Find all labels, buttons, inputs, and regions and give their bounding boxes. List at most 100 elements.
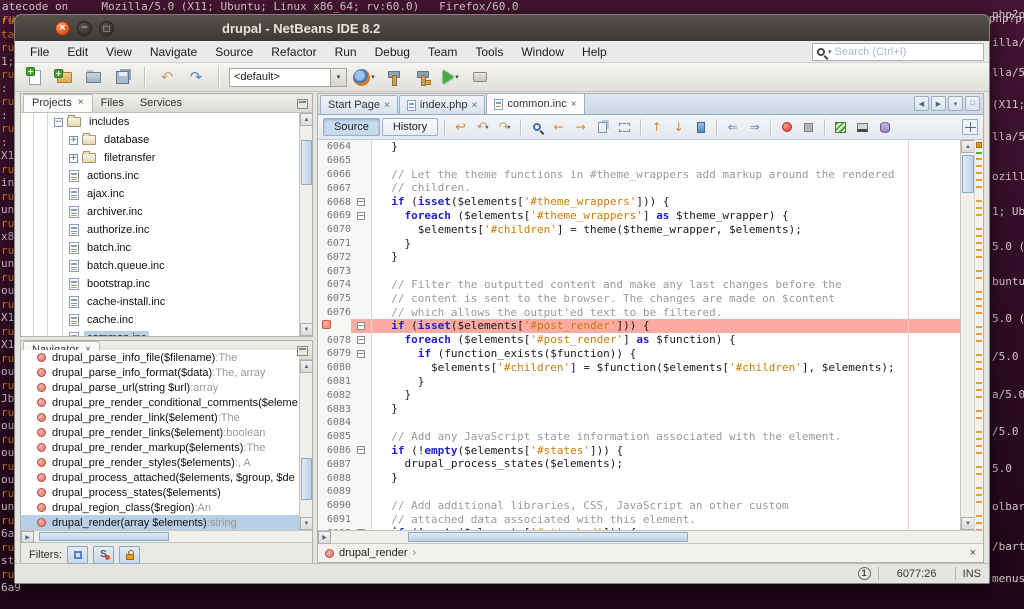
comment-button[interactable] [831, 118, 850, 137]
code-fold-toggle[interactable]: − [357, 349, 365, 358]
navigator-item[interactable]: drupal_parse_info_format($data):The, arr… [21, 365, 299, 380]
navigator-item[interactable]: drupal_parse_info_file($filename):The [21, 350, 299, 365]
warning-mark[interactable] [976, 473, 982, 475]
gutter-row[interactable]: 6065 [318, 154, 371, 168]
uncomment-button[interactable] [853, 118, 872, 137]
warning-mark[interactable] [976, 438, 982, 440]
next-bookmark-button[interactable]: ↓ [669, 118, 688, 137]
scrollbar-thumb[interactable] [962, 155, 974, 193]
warning-mark[interactable] [976, 515, 982, 517]
editor-tab-start-page[interactable]: Start Page × [320, 95, 398, 114]
menu-view[interactable]: View [97, 43, 141, 61]
warning-mark[interactable] [976, 214, 982, 216]
scroll-tabs-right-button[interactable]: ▶ [931, 96, 946, 111]
close-icon[interactable]: × [571, 99, 577, 110]
gutter-row[interactable]: 6090 [318, 499, 371, 513]
gutter-row[interactable]: 6086− [318, 444, 371, 458]
scroll-down-button[interactable]: ▼ [961, 517, 975, 530]
new-file-button[interactable] [23, 65, 47, 89]
scrollbar-thumb[interactable] [39, 532, 169, 541]
code-line[interactable]: // Add any JavaScript state information … [378, 430, 960, 444]
code-line[interactable]: } [378, 237, 960, 251]
menu-debug[interactable]: Debug [366, 43, 419, 61]
navigator-item[interactable]: drupal_render(array $elements):string [21, 515, 299, 530]
show-non-public-filter-button[interactable] [119, 546, 140, 564]
warning-mark[interactable] [976, 522, 982, 524]
warning-mark[interactable] [976, 312, 982, 314]
menu-run[interactable]: Run [326, 43, 366, 61]
gutter-row[interactable]: 6064 [318, 140, 371, 154]
tree-item-batch-queue-inc[interactable]: batch.queue.inc [21, 257, 299, 275]
gutter-row[interactable]: 6089 [318, 485, 371, 499]
warning-mark[interactable] [976, 382, 982, 384]
scrollbar-thumb[interactable] [408, 532, 688, 542]
editor-scrollbar[interactable]: ▲ ▼ [960, 140, 975, 530]
tree-item-batch-inc[interactable]: batch.inc [21, 239, 299, 257]
source-view-button[interactable]: Source [323, 118, 380, 136]
code-line[interactable]: // Filter the outputted content and make… [378, 278, 960, 292]
menu-file[interactable]: File [21, 43, 58, 61]
build-button[interactable] [381, 65, 405, 89]
editor-tab-index-php[interactable]: index.php × [398, 95, 486, 114]
navigator-item[interactable]: drupal_pre_render_conditional_comments($… [21, 395, 299, 410]
code-line[interactable]: // content is sent to the browser. The c… [378, 292, 960, 306]
warning-mark[interactable] [976, 501, 982, 503]
warning-mark[interactable] [976, 333, 982, 335]
code-fold-toggle[interactable]: − [357, 446, 365, 455]
navigator-item[interactable]: drupal_process_states($elements) [21, 485, 299, 500]
gutter-row[interactable]: 6073 [318, 264, 371, 278]
chevron-right-icon[interactable]: › [413, 547, 417, 559]
rectangular-selection-button[interactable] [615, 118, 634, 137]
tree-item-filetransfer[interactable]: + filetransfer [21, 149, 299, 167]
notifications-icon[interactable]: 1 [857, 567, 871, 580]
gutter-row[interactable]: 6078− [318, 333, 371, 347]
gutter-row[interactable]: 6074 [318, 278, 371, 292]
menu-source[interactable]: Source [206, 43, 262, 61]
warning-mark[interactable] [976, 291, 982, 293]
navigator-item[interactable]: drupal_pre_render_styles($elements):, A [21, 455, 299, 470]
scrollbar-thumb[interactable] [301, 140, 312, 185]
gutter-row[interactable]: 6072 [318, 250, 371, 264]
code-line[interactable] [378, 154, 960, 168]
collapse-handle-icon[interactable]: − [54, 117, 63, 127]
gutter-row[interactable]: 6087 [318, 457, 371, 471]
warning-mark[interactable] [976, 207, 982, 209]
toggle-bookmark-button[interactable] [691, 118, 710, 137]
gutter-row[interactable]: 6079− [318, 347, 371, 361]
tree-item-ajax-inc[interactable]: ajax.inc [21, 185, 299, 203]
close-icon[interactable]: × [384, 100, 390, 111]
tree-item-actions-inc[interactable]: actions.inc [21, 167, 299, 185]
warning-mark[interactable] [976, 179, 982, 181]
code-line[interactable]: } [378, 250, 960, 264]
tree-item-archiver-inc[interactable]: archiver.inc [21, 203, 299, 221]
menu-tools[interactable]: Tools [466, 43, 512, 61]
code-line[interactable] [378, 416, 960, 430]
code-line[interactable]: } [378, 388, 960, 402]
chevron-down-icon[interactable]: ▾ [330, 68, 346, 86]
warning-mark[interactable] [976, 466, 982, 468]
projects-scrollbar[interactable]: ▲ ▼ [299, 113, 313, 336]
code-line[interactable]: foreach ($elements['#theme_wrappers'] as… [378, 209, 960, 223]
clean-build-button[interactable] [410, 65, 434, 89]
gutter-row[interactable]: 6085 [318, 430, 371, 444]
chevron-down-icon[interactable]: ▾ [371, 73, 375, 81]
new-project-button[interactable] [52, 65, 76, 89]
last-edit-button[interactable]: ↩ [451, 118, 470, 137]
gutter-row[interactable]: 6084 [318, 416, 371, 430]
breadcrumb-label[interactable]: drupal_render [339, 547, 408, 559]
navigator-item[interactable]: drupal_pre_render_link($element):The [21, 410, 299, 425]
save-all-button[interactable] [110, 65, 134, 89]
previous-bookmark-button[interactable]: ↑ [647, 118, 666, 137]
run-button[interactable]: ▾ [439, 65, 463, 89]
warning-mark[interactable] [976, 389, 982, 391]
editor-hscrollbar[interactable]: ◀ ▶ [318, 530, 983, 544]
tab-list-button[interactable]: ▾ [948, 96, 963, 111]
warning-mark[interactable] [976, 256, 982, 258]
warning-mark[interactable] [976, 410, 982, 412]
navigator-item[interactable]: drupal_parse_url(string $url):array [21, 380, 299, 395]
stop-macro-recording-button[interactable] [799, 118, 818, 137]
panel-tab-files[interactable]: Files [93, 95, 132, 112]
close-breadcrumb-button[interactable]: × [970, 547, 976, 559]
warning-mark[interactable] [976, 445, 982, 447]
code-text[interactable]: } // Let the theme functions in #theme_w… [372, 140, 960, 530]
